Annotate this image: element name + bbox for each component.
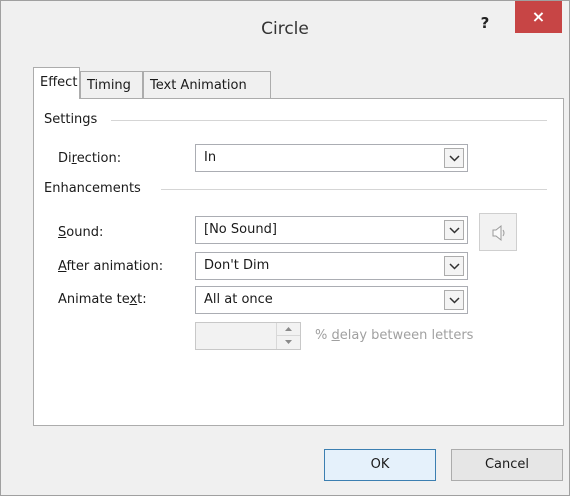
tab-effect[interactable]: Effect [33,67,80,99]
stepper-up-icon[interactable] [277,323,300,336]
tab-strip: Effect Timing Text Animation [33,67,271,99]
chevron-down-icon[interactable] [444,148,464,168]
direction-label: Direction: [58,151,122,166]
tab-text-animation[interactable]: Text Animation [143,71,271,99]
enhancements-divider [161,189,547,190]
help-button[interactable]: ? [473,11,497,35]
circle-effect-dialog: Circle ? × Effect Timing Text Animation … [0,0,570,496]
close-icon: × [531,7,546,26]
animate-text-dropdown[interactable]: All at once [195,286,468,314]
title-bar: Circle ? × [1,1,569,57]
animate-text-value: All at once [204,292,273,307]
direction-value: In [204,150,217,165]
chevron-down-icon[interactable] [444,290,464,310]
ok-button[interactable]: OK [324,449,436,481]
settings-divider [111,120,547,121]
tab-timing[interactable]: Timing [80,71,143,99]
chevron-down-icon[interactable] [444,220,464,240]
chevron-down-icon[interactable] [444,256,464,276]
animate-text-label: Animate text: [58,292,147,307]
delay-between-letters-label: % delay between letters [315,328,474,343]
sound-label: Sound: [58,225,104,240]
after-animation-dropdown[interactable]: Don't Dim [195,252,468,280]
after-animation-label: After animation: [58,259,164,274]
sound-dropdown[interactable]: [No Sound] [195,216,468,244]
cancel-button[interactable]: Cancel [451,449,563,481]
direction-dropdown[interactable]: In [195,144,468,172]
delay-stepper[interactable] [195,322,301,350]
close-button[interactable]: × [515,1,562,33]
stepper-buttons [276,323,300,349]
after-animation-value: Don't Dim [204,258,270,273]
sound-value: [No Sound] [204,222,277,237]
settings-group-label: Settings [44,112,104,127]
enhancements-group-label: Enhancements [44,181,147,196]
sound-volume-button[interactable] [479,213,517,251]
stepper-down-icon[interactable] [277,336,300,349]
speaker-icon [492,224,505,242]
